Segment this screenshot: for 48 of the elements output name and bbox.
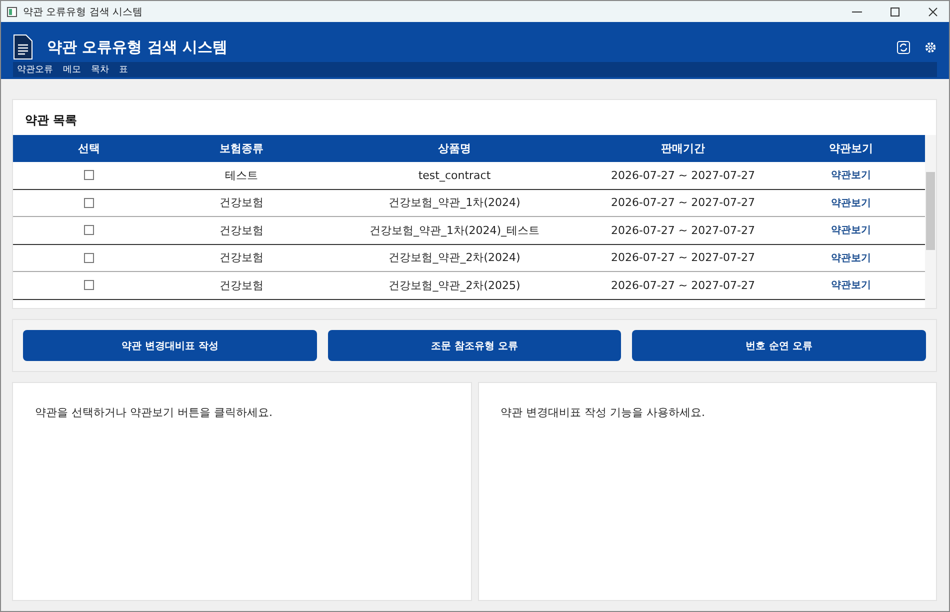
info-panel: 약관 변경대비표 작성 기능을 사용하세요. bbox=[478, 382, 937, 601]
action-button[interactable]: 약관 변경대비표 작성 bbox=[23, 330, 317, 361]
column-header: 보험종류 bbox=[218, 141, 264, 156]
checkbox[interactable] bbox=[84, 170, 94, 180]
close-icon[interactable] bbox=[928, 6, 938, 16]
checkbox[interactable] bbox=[84, 280, 94, 290]
panel-title: 약관 목록 bbox=[24, 112, 78, 129]
table-cell-text: 2026-07-27 ~ 2027-07-27 bbox=[610, 278, 756, 292]
view-link[interactable]: 약관보기 bbox=[831, 223, 871, 238]
table-cell-text: 건강보험_약관_2차(2025) bbox=[388, 278, 522, 293]
action-button[interactable]: 조문 참조유형 오류 bbox=[328, 330, 622, 361]
checkbox[interactable] bbox=[84, 252, 94, 263]
action-button[interactable]: 번호 순연 오류 bbox=[632, 330, 926, 361]
table-cell-text: 2026-07-27 ~ 2027-07-27 bbox=[610, 224, 756, 237]
view-link[interactable]: 약관보기 bbox=[831, 168, 871, 182]
window-title: 약관 오류유형 검색 시스템 bbox=[23, 6, 144, 18]
menu-item[interactable]: 목차 bbox=[91, 63, 109, 76]
maximize-icon[interactable] bbox=[890, 6, 900, 16]
column-header: 약관보기 bbox=[828, 141, 874, 156]
table-cell-text: test_contract bbox=[417, 168, 492, 182]
view-link[interactable]: 약관보기 bbox=[831, 250, 871, 265]
table-cell-text: 2026-07-27 ~ 2027-07-27 bbox=[610, 251, 756, 264]
column-header: 선택 bbox=[77, 141, 101, 156]
table-cell-text: 건강보험_약관_1차(2024)_테스트 bbox=[368, 222, 541, 238]
table-cell-text: 테스트 bbox=[224, 168, 259, 183]
view-link[interactable]: 약관보기 bbox=[831, 196, 871, 210]
table-cell-text: 2026-07-27 ~ 2027-07-27 bbox=[610, 168, 756, 182]
table-cell-text: 건강보험 bbox=[218, 278, 264, 293]
table-cell-text: 건강보험_약관_2차(2024) bbox=[388, 250, 522, 266]
view-link[interactable]: 약관보기 bbox=[831, 278, 871, 292]
checkbox[interactable] bbox=[84, 198, 94, 208]
menu-item[interactable]: 메모 bbox=[63, 63, 81, 76]
app-icon bbox=[7, 6, 17, 16]
column-header: 상품명 bbox=[437, 141, 472, 156]
checkbox[interactable] bbox=[84, 225, 94, 236]
menu-item[interactable]: 약관오류 bbox=[17, 63, 53, 76]
document-icon bbox=[13, 34, 33, 60]
info-panel: 약관을 선택하거나 약관보기 버튼을 클릭하세요. bbox=[12, 382, 472, 601]
column-header: 판매기간 bbox=[660, 141, 706, 156]
settings-icon[interactable] bbox=[924, 40, 937, 54]
refresh-icon[interactable] bbox=[897, 40, 910, 54]
app-title: 약관 오류유형 검색 시스템 bbox=[47, 38, 229, 56]
table-cell-text: 건강보험 bbox=[218, 222, 264, 238]
table-cell-text: 건강보험 bbox=[218, 195, 264, 210]
table-cell-text: 건강보험_약관_1차(2024) bbox=[388, 195, 522, 210]
menu-item[interactable]: 표 bbox=[119, 63, 128, 76]
table-cell-text: 건강보험 bbox=[218, 250, 264, 266]
table-cell-text: 2026-07-27 ~ 2027-07-27 bbox=[610, 196, 756, 210]
